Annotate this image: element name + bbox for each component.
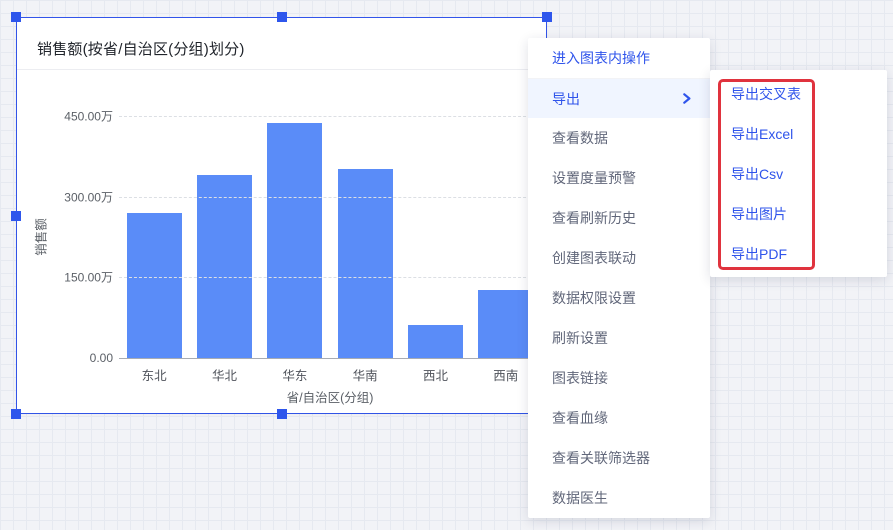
menu-item-label: 刷新设置 — [552, 328, 608, 348]
context-menu-item-10[interactable]: 查看血缘 — [528, 398, 710, 438]
resize-handle-top-right[interactable] — [542, 12, 552, 22]
export-submenu-item-2[interactable]: 导出Excel — [710, 114, 887, 154]
widget-selection-rect: 销售额(按省/自治区(分组)划分) 销售额 450.00万300.00万150.… — [16, 17, 547, 414]
context-menu-item-12[interactable]: 数据医生 — [528, 478, 710, 518]
context-menu-item-3[interactable]: 查看数据 — [528, 118, 710, 158]
bar-slot — [189, 116, 259, 358]
submenu-item-label: 导出Csv — [731, 164, 783, 184]
x-axis-line — [119, 358, 541, 359]
export-submenu-item-1[interactable]: 导出交叉表 — [710, 74, 887, 114]
export-submenu-item-4[interactable]: 导出图片 — [710, 194, 887, 234]
y-tick-label: 450.00万 — [64, 108, 113, 125]
menu-item-label: 查看数据 — [552, 128, 608, 148]
gridline — [119, 197, 541, 198]
submenu-item-label: 导出PDF — [731, 244, 787, 264]
menu-item-label: 导出 — [552, 89, 580, 109]
context-menu-item-5[interactable]: 查看刷新历史 — [528, 198, 710, 238]
menu-item-label: 图表链接 — [552, 368, 608, 388]
resize-handle-top-left[interactable] — [11, 12, 21, 22]
menu-item-label: 查看关联筛选器 — [552, 448, 650, 468]
x-tick-label: 东北 — [119, 365, 189, 384]
menu-item-label: 数据权限设置 — [552, 288, 636, 308]
context-menu-item-6[interactable]: 创建图表联动 — [528, 238, 710, 278]
bar-华北[interactable] — [197, 175, 252, 358]
chart-plot-area — [119, 116, 541, 358]
resize-handle-top-center[interactable] — [277, 12, 287, 22]
context-menu-item-2[interactable]: 导出 — [528, 78, 710, 118]
y-tick-label: 150.00万 — [64, 269, 113, 286]
submenu-item-label: 导出Excel — [731, 124, 793, 144]
context-menu-item-8[interactable]: 刷新设置 — [528, 318, 710, 358]
x-tick-label: 西北 — [400, 365, 470, 384]
y-tick-label: 0.00 — [90, 351, 113, 365]
resize-handle-bottom-center[interactable] — [277, 409, 287, 419]
y-axis-tick-labels: 450.00万300.00万150.00万0.00 — [45, 116, 113, 358]
gridline — [119, 277, 541, 278]
bar-slot — [330, 116, 400, 358]
resize-handle-middle-left[interactable] — [11, 211, 21, 221]
bar-slot — [400, 116, 470, 358]
dashboard-canvas: { "chart_widget": { "title": "销售额(按省/自治区… — [0, 0, 893, 530]
bar-西北[interactable] — [408, 325, 463, 358]
export-submenu-item-3[interactable]: 导出Csv — [710, 154, 887, 194]
gridline — [119, 116, 541, 117]
menu-item-label: 查看刷新历史 — [552, 208, 636, 228]
context-menu-item-1[interactable]: 进入图表内操作 — [528, 38, 710, 78]
bar-slot — [260, 116, 330, 358]
x-tick-label: 华北 — [189, 365, 259, 384]
submenu-item-label: 导出交叉表 — [731, 84, 801, 104]
resize-handle-bottom-left[interactable] — [11, 409, 21, 419]
menu-item-label: 创建图表联动 — [552, 248, 636, 268]
x-axis-tick-labels: 东北华北华东华南西北西南 — [119, 365, 541, 384]
context-menu-item-4[interactable]: 设置度量预警 — [528, 158, 710, 198]
submenu-item-label: 导出图片 — [731, 204, 787, 224]
export-submenu-item-5[interactable]: 导出PDF — [710, 234, 887, 274]
x-tick-label: 华南 — [330, 365, 400, 384]
x-tick-label: 华东 — [260, 365, 330, 384]
x-axis-title: 省/自治区(分组) — [119, 387, 541, 406]
menu-item-label: 设置度量预警 — [552, 168, 636, 188]
bar-西南[interactable] — [478, 290, 533, 358]
context-menu: 进入图表内操作导出查看数据设置度量预警查看刷新历史创建图表联动数据权限设置刷新设… — [528, 38, 710, 518]
bar-东北[interactable] — [127, 213, 182, 358]
context-menu-item-9[interactable]: 图表链接 — [528, 358, 710, 398]
export-submenu: 导出交叉表导出Excel 导出Csv 导出图片导出PDF — [710, 70, 887, 277]
title-separator — [17, 69, 546, 70]
y-tick-label: 300.00万 — [64, 188, 113, 205]
bar-slot — [119, 116, 189, 358]
menu-item-label: 进入图表内操作 — [552, 48, 650, 68]
bar-华东[interactable] — [267, 123, 322, 358]
chevron-right-icon — [681, 93, 692, 104]
chart-title: 销售额(按省/自治区(分组)划分) — [37, 38, 245, 59]
context-menu-item-11[interactable]: 查看关联筛选器 — [528, 438, 710, 478]
context-menu-item-7[interactable]: 数据权限设置 — [528, 278, 710, 318]
chart-card[interactable]: 销售额(按省/自治区(分组)划分) 销售额 450.00万300.00万150.… — [17, 18, 546, 413]
menu-item-label: 查看血缘 — [552, 408, 608, 428]
menu-item-label: 数据医生 — [552, 488, 608, 508]
bar-series — [119, 116, 541, 358]
